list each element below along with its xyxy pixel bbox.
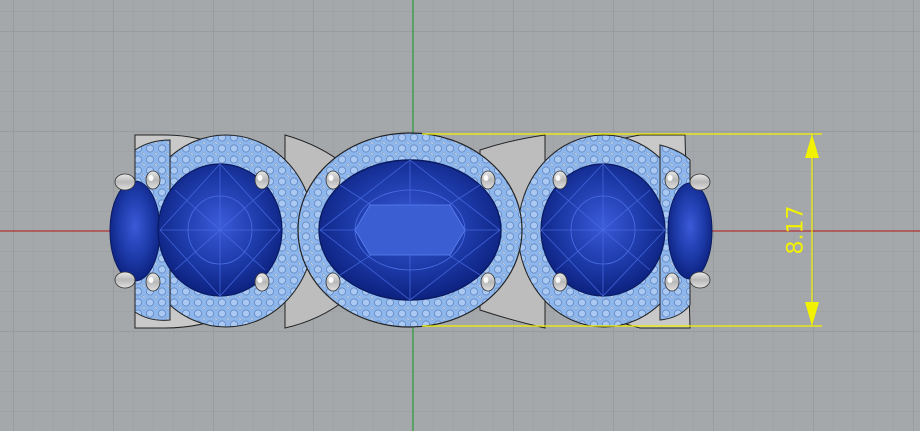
ring-model[interactable]	[109, 132, 713, 329]
front-viewport[interactable]: 8.17	[0, 0, 920, 431]
gem-center[interactable]	[318, 159, 502, 301]
dimension-value: 8.17	[783, 205, 809, 255]
viewport-canvas[interactable]	[0, 0, 920, 431]
